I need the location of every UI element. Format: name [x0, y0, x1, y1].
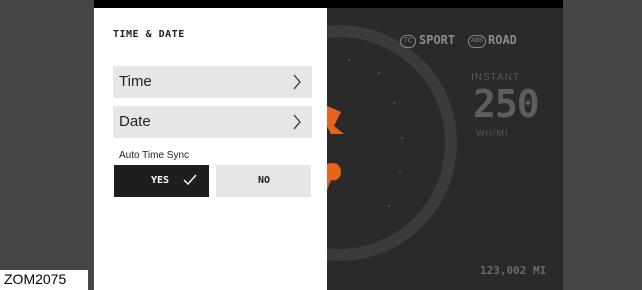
reference-code: ZOM2075 [0, 270, 88, 290]
time-date-panel: TIME & DATE Time Date Auto Time Sync YES… [94, 8, 327, 290]
tc-icon: TC [400, 35, 416, 48]
sport-mode-label: SPORT [419, 33, 456, 47]
check-icon [183, 174, 197, 186]
menu-item-label: Date [119, 113, 151, 130]
panel-title: TIME & DATE [113, 29, 185, 40]
dashboard-screen: TC SPORT ABS ROAD INSTANT 250 WH/MI 123,… [94, 8, 563, 290]
chevron-right-icon [293, 114, 301, 130]
instant-value: 250 [473, 82, 540, 126]
no-option-button[interactable]: NO [216, 165, 311, 197]
yes-option-button[interactable]: YES [114, 165, 209, 197]
menu-item-label: Time [119, 73, 152, 90]
abs-icon: ABS [468, 35, 486, 48]
menu-item-date[interactable]: Date [113, 106, 312, 138]
odometer: 123,002 MI [480, 264, 547, 277]
right-bezel [563, 0, 642, 290]
auto-time-sync-label: Auto Time Sync [119, 150, 190, 161]
top-bezel [94, 0, 563, 8]
gauge-ticks [347, 58, 404, 208]
left-bezel [0, 0, 94, 290]
instant-unit: WH/MI [476, 128, 509, 138]
road-mode-label: ROAD [488, 33, 517, 47]
chevron-right-icon [293, 74, 301, 90]
engine-icon [327, 163, 341, 190]
warning-icon [327, 106, 344, 134]
no-option-label: NO [258, 175, 271, 186]
yes-option-label: YES [151, 175, 170, 186]
menu-item-time[interactable]: Time [113, 66, 312, 98]
